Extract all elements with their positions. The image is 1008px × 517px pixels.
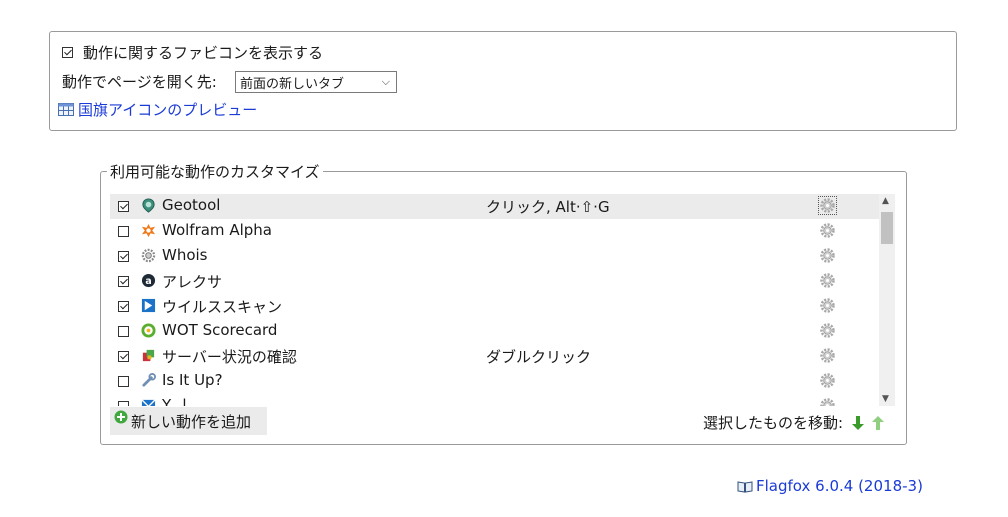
open-target-row: 動作でページを開く先: bbox=[62, 71, 217, 92]
list-scrollbar[interactable]: ▲ ▼ bbox=[879, 194, 895, 406]
list-item[interactable]: Whois bbox=[110, 244, 879, 269]
action-checkbox[interactable] bbox=[118, 351, 129, 362]
open-target-label: 動作でページを開く先: bbox=[62, 73, 217, 91]
action-name: WOT Scorecard bbox=[162, 321, 278, 339]
whois-icon bbox=[141, 248, 156, 263]
server-check-icon bbox=[142, 349, 155, 362]
action-checkbox[interactable] bbox=[118, 376, 129, 387]
chevron-down-icon: ⌵ bbox=[381, 75, 390, 88]
list-item[interactable]: Geotool クリック, Alt·⇧·G bbox=[110, 194, 879, 219]
action-trigger: クリック, Alt·⇧·G bbox=[486, 198, 610, 216]
action-checkbox[interactable] bbox=[118, 401, 129, 406]
wrench-icon bbox=[142, 373, 156, 387]
gear-icon[interactable] bbox=[818, 196, 837, 215]
open-target-select[interactable]: 前面の新しいタブ ⌵ bbox=[235, 71, 397, 93]
scroll-thumb[interactable] bbox=[881, 212, 893, 244]
gear-icon[interactable] bbox=[819, 322, 836, 339]
geotool-icon bbox=[142, 198, 155, 213]
arrow-up-icon[interactable] bbox=[872, 415, 885, 431]
show-favicon-checkbox[interactable] bbox=[62, 47, 73, 58]
add-action-label: 新しい動作を追加 bbox=[131, 412, 252, 431]
mail-icon bbox=[141, 399, 156, 406]
wolfram-icon bbox=[141, 223, 156, 238]
show-favicon-label: 動作に関するファビコンを表示する bbox=[83, 44, 324, 62]
action-name: Geotool bbox=[162, 196, 221, 214]
action-trigger: ダブルクリック bbox=[486, 348, 592, 366]
action-name: ウイルススキャン bbox=[162, 298, 283, 316]
list-item[interactable]: Is It Up? bbox=[110, 369, 879, 394]
alexa-icon: a bbox=[141, 273, 156, 288]
action-checkbox[interactable] bbox=[118, 251, 129, 262]
action-name: アレクサ bbox=[162, 273, 223, 291]
scroll-down-icon[interactable]: ▼ bbox=[882, 394, 889, 404]
move-label: 選択したものを移動: bbox=[703, 414, 844, 432]
table-icon bbox=[58, 103, 74, 116]
add-action-button[interactable]: 新しい動作を追加 bbox=[110, 407, 267, 435]
list-item[interactable]: a アレクサ bbox=[110, 269, 879, 294]
list-item[interactable]: サーバー状況の確認 ダブルクリック bbox=[110, 344, 879, 369]
gear-icon[interactable] bbox=[819, 347, 836, 364]
book-icon bbox=[737, 480, 753, 493]
action-name: Y...l... bbox=[162, 396, 201, 406]
list-item[interactable]: ウイルススキャン bbox=[110, 294, 879, 319]
version-link[interactable]: Flagfox 6.0.4 (2018-3) bbox=[756, 477, 923, 495]
add-icon bbox=[114, 410, 128, 424]
action-checkbox[interactable] bbox=[118, 301, 129, 312]
gear-icon[interactable] bbox=[819, 222, 836, 239]
action-name: Wolfram Alpha bbox=[162, 221, 272, 239]
action-checkbox[interactable] bbox=[118, 201, 129, 212]
flag-preview-row[interactable]: 国旗アイコンのプレビュー bbox=[58, 99, 257, 120]
gear-icon[interactable] bbox=[819, 372, 836, 389]
action-name: Whois bbox=[162, 246, 208, 264]
list-item[interactable]: Wolfram Alpha bbox=[110, 219, 879, 244]
scroll-up-icon[interactable]: ▲ bbox=[882, 196, 889, 206]
gear-icon[interactable] bbox=[819, 297, 836, 314]
open-target-value: 前面の新しいタブ bbox=[240, 76, 345, 92]
gear-icon[interactable] bbox=[819, 272, 836, 289]
action-name: Is It Up? bbox=[162, 371, 223, 389]
gear-icon[interactable] bbox=[819, 397, 836, 406]
gear-icon[interactable] bbox=[819, 247, 836, 264]
actions-legend: 利用可能な動作のカスタマイズ bbox=[107, 161, 323, 182]
actions-list[interactable]: Geotool クリック, Alt·⇧·G Wolfram Alpha Whoi… bbox=[110, 194, 895, 406]
show-favicon-row[interactable]: 動作に関するファビコンを表示する bbox=[62, 42, 323, 63]
move-selected: 選択したものを移動: bbox=[703, 412, 885, 433]
wot-icon bbox=[141, 323, 156, 338]
virusscan-icon bbox=[141, 298, 156, 313]
action-name: サーバー状況の確認 bbox=[162, 348, 297, 366]
list-item[interactable]: WOT Scorecard bbox=[110, 319, 879, 344]
action-checkbox[interactable] bbox=[118, 226, 129, 237]
svg-text:a: a bbox=[145, 276, 151, 287]
flag-preview-link[interactable]: 国旗アイコンのプレビュー bbox=[78, 99, 257, 120]
action-checkbox[interactable] bbox=[118, 276, 129, 287]
footer-version[interactable]: Flagfox 6.0.4 (2018-3) bbox=[737, 477, 923, 495]
action-checkbox[interactable] bbox=[118, 326, 129, 337]
arrow-down-icon[interactable] bbox=[852, 415, 865, 431]
list-item[interactable]: Y...l... bbox=[110, 394, 879, 406]
